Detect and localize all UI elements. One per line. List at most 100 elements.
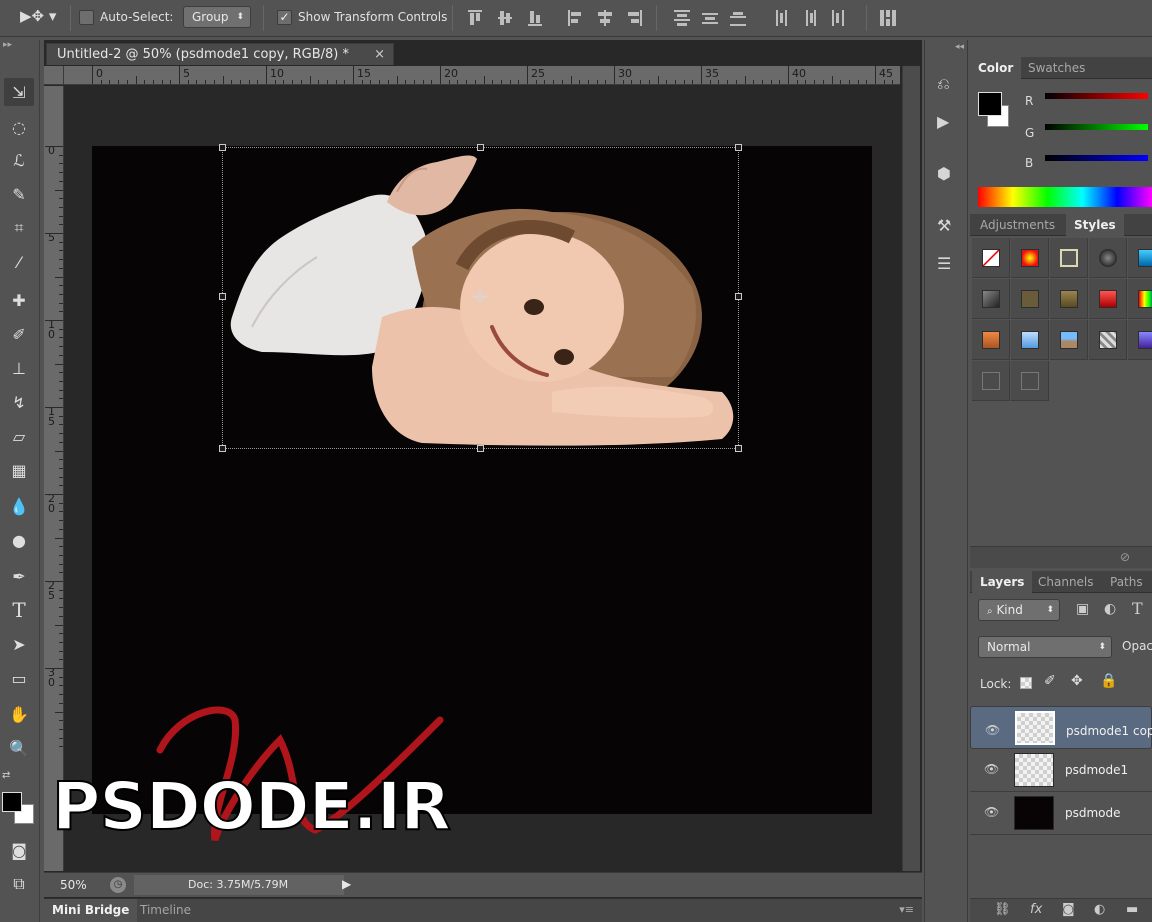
path-selection-tool-icon[interactable]: ➤ (4, 630, 34, 658)
layer-row[interactable]: 👁 psdmode1 copy (970, 706, 1152, 749)
actions-panel-icon[interactable]: ▶ (937, 112, 949, 131)
lock-pixels-icon[interactable]: ✐ (1044, 673, 1056, 689)
dodge-tool-icon[interactable]: ● (4, 526, 34, 554)
tab-adjustments[interactable]: Adjustments (972, 214, 1063, 236)
channel-g-slider[interactable] (1045, 124, 1148, 130)
new-group-icon[interactable]: ▬ (1126, 902, 1138, 917)
lock-all-icon[interactable]: 🔒 (1100, 673, 1117, 689)
color-spectrum-bar[interactable] (978, 187, 1152, 207)
blur-tool-icon[interactable]: 💧 (4, 492, 34, 520)
tab-channels[interactable]: Channels (1030, 571, 1102, 593)
blend-mode-dropdown[interactable]: Normal ⬍ (978, 636, 1112, 658)
auto-select-checkbox[interactable] (79, 10, 94, 25)
eyedropper-tool-icon[interactable]: ⁄ (4, 248, 34, 276)
collapse-arrows-icon[interactable]: ▸▸ (0, 40, 40, 54)
properties-panel-icon[interactable]: ☰ (937, 254, 951, 273)
vertical-ruler[interactable]: 0 5 1 0 1 5 2 0 2 5 3 0 (44, 86, 64, 871)
transform-handle[interactable] (477, 144, 484, 151)
clone-stamp-tool-icon[interactable]: ⊥ (4, 354, 34, 382)
layer-row[interactable]: 👁 psdmode (970, 792, 1152, 835)
style-swatch[interactable] (972, 279, 1010, 319)
status-info-icon[interactable]: ◷ (110, 877, 126, 893)
healing-brush-tool-icon[interactable]: ✚ (4, 286, 34, 314)
delete-style-icon[interactable]: ⊘ (1120, 550, 1130, 564)
ruler-origin[interactable] (44, 66, 64, 85)
new-adjustment-layer-icon[interactable]: ◐ (1094, 902, 1105, 917)
visibility-eye-icon[interactable]: 👁 (984, 805, 999, 819)
collapse-arrows-icon[interactable]: ◂◂ (955, 42, 964, 52)
3d-panel-icon[interactable]: ⬢ (937, 164, 951, 183)
style-swatch[interactable] (1128, 238, 1152, 278)
panel-menu-icon[interactable]: ▾≡ (899, 903, 914, 916)
channel-r-slider[interactable] (1045, 93, 1148, 99)
transform-handle[interactable] (219, 144, 226, 151)
show-transform-checkbox[interactable]: ✓ (277, 10, 292, 25)
tab-paths[interactable]: Paths (1102, 571, 1151, 593)
swap-colors-icon[interactable]: ⇄ (2, 770, 10, 781)
layer-filter-dropdown[interactable]: ⌕ Kind ⬍ (978, 599, 1060, 621)
transform-handle[interactable] (735, 445, 742, 452)
align-horizontal-group[interactable] (566, 8, 646, 28)
status-menu-arrow-icon[interactable]: ▶ (342, 877, 351, 891)
filter-pixel-icon[interactable]: ▣ (1076, 601, 1089, 617)
tab-timeline[interactable]: Timeline (132, 899, 199, 922)
add-mask-icon[interactable]: ◙ (1062, 902, 1075, 917)
style-swatch[interactable] (1011, 279, 1049, 319)
transform-handle[interactable] (735, 293, 742, 300)
history-panel-icon[interactable]: ⎌ (937, 74, 950, 94)
screen-mode-icon[interactable]: ⧉ (4, 870, 34, 898)
zoom-level[interactable]: 50% (60, 878, 87, 892)
vertical-scrollbar[interactable] (902, 66, 920, 871)
move-tool-preset-icon[interactable]: ▶✥ ▾ (20, 7, 64, 29)
style-swatch[interactable] (1050, 238, 1088, 278)
quick-mask-icon[interactable]: ◙ (4, 836, 34, 864)
auto-select-dropdown[interactable]: Group ⬍ (183, 6, 251, 28)
style-swatch[interactable] (972, 238, 1010, 278)
tab-swatches[interactable]: Swatches (1020, 57, 1093, 79)
transform-handle[interactable] (735, 144, 742, 151)
link-layers-icon[interactable]: ⛓ (994, 902, 1011, 917)
style-swatch[interactable] (1089, 279, 1127, 319)
style-swatch[interactable] (1050, 279, 1088, 319)
transform-handle[interactable] (219, 293, 226, 300)
style-swatch[interactable] (972, 320, 1010, 360)
style-swatch[interactable] (1128, 320, 1152, 360)
crop-tool-icon[interactable]: ⌗ (4, 214, 34, 242)
type-tool-icon[interactable]: T (4, 596, 34, 624)
distribute-buttons-group[interactable] (672, 8, 862, 28)
transform-handle[interactable] (477, 445, 484, 452)
transform-handle[interactable] (219, 445, 226, 452)
quick-selection-tool-icon[interactable]: ✎ (4, 180, 34, 208)
pen-tool-icon[interactable]: ✒ (4, 562, 34, 590)
history-brush-tool-icon[interactable]: ↯ (4, 388, 34, 416)
move-tool-icon[interactable]: ⇲ (4, 78, 34, 106)
style-swatch[interactable] (1089, 238, 1127, 278)
gradient-tool-icon[interactable]: ▦ (4, 456, 34, 484)
layer-effects-icon[interactable]: fx (1030, 902, 1042, 917)
style-swatch[interactable] (1011, 238, 1049, 278)
style-swatch[interactable] (1089, 320, 1127, 360)
lasso-tool-icon[interactable]: ℒ (4, 146, 34, 174)
close-tab-icon[interactable]: × (374, 44, 385, 65)
lock-position-icon[interactable]: ✥ (1071, 673, 1083, 689)
visibility-eye-icon[interactable]: 👁 (984, 762, 999, 776)
visibility-eye-icon[interactable]: 👁 (985, 720, 1000, 737)
tab-styles[interactable]: Styles (1066, 214, 1124, 236)
horizontal-ruler[interactable]: 0 5 10 15 20 25 30 35 40 45 (64, 66, 955, 85)
document-tab[interactable]: Untitled-2 @ 50% (psdmode1 copy, RGB/8) … (46, 43, 394, 65)
hand-tool-icon[interactable]: ✋ (4, 700, 34, 728)
filter-type-icon[interactable]: T (1132, 599, 1143, 618)
tool-presets-icon[interactable]: ⚒ (937, 216, 951, 235)
channel-b-slider[interactable] (1045, 155, 1148, 161)
rectangle-tool-icon[interactable]: ▭ (4, 664, 34, 692)
layer-row[interactable]: 👁 psdmode1 (970, 749, 1152, 792)
auto-align-icon[interactable] (878, 8, 902, 28)
marquee-tool-icon[interactable]: ◌ (4, 113, 34, 141)
align-buttons-group[interactable] (466, 8, 556, 28)
filter-adjustment-icon[interactable]: ◐ (1104, 601, 1116, 617)
lock-transparent-icon[interactable] (1020, 677, 1032, 689)
style-swatch[interactable] (972, 361, 1010, 401)
style-swatch[interactable] (1011, 361, 1049, 401)
brush-tool-icon[interactable]: ✐ (4, 320, 34, 348)
style-swatch[interactable] (1050, 320, 1088, 360)
